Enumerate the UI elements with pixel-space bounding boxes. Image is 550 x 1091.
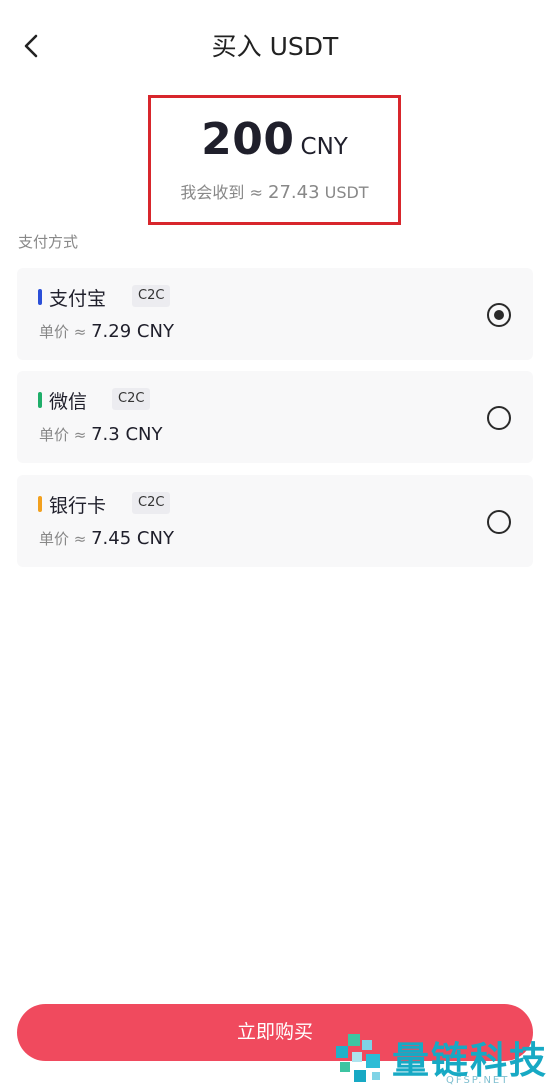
price-value: 7.3 CNY xyxy=(91,424,163,445)
receive-label: 我会收到 ≈ xyxy=(180,183,268,202)
payment-method-bank-card[interactable]: 银行卡 C2C 单价 ≈ 7.45 CNY xyxy=(17,475,533,567)
price-label: 单价 ≈ xyxy=(39,426,92,444)
header: 买入 USDT xyxy=(0,0,550,90)
watermark-subtext: QFSP.NET xyxy=(446,1075,510,1086)
method-tag: C2C xyxy=(112,388,151,410)
price-label: 单价 ≈ xyxy=(39,530,92,548)
method-color-bar xyxy=(38,392,42,408)
radio-unselected[interactable] xyxy=(487,510,511,534)
method-price: 单价 ≈ 7.45 CNY xyxy=(39,528,174,549)
price-value: 7.29 CNY xyxy=(91,321,174,342)
amount-currency: CNY xyxy=(300,134,348,160)
amount-value: 200 xyxy=(201,114,295,165)
radio-unselected[interactable] xyxy=(487,406,511,430)
receive-currency: USDT xyxy=(319,183,369,202)
page-title: 买入 USDT xyxy=(211,32,339,61)
method-tag: C2C xyxy=(132,285,171,307)
payment-section-label: 支付方式 xyxy=(18,233,79,251)
amount-summary: 200 CNY 我会收到 ≈ 27.43 USDT xyxy=(148,95,401,225)
method-name: 支付宝 xyxy=(49,288,107,310)
watermark-logo-icon xyxy=(336,1034,380,1082)
method-tag: C2C xyxy=(132,492,171,514)
payment-method-alipay[interactable]: 支付宝 C2C 单价 ≈ 7.29 CNY xyxy=(17,268,533,360)
receive-estimate: 我会收到 ≈ 27.43 USDT xyxy=(151,179,398,203)
method-color-bar xyxy=(38,496,42,512)
radio-selected[interactable] xyxy=(487,303,511,327)
method-price: 单价 ≈ 7.3 CNY xyxy=(39,424,163,445)
price-value: 7.45 CNY xyxy=(91,528,174,549)
method-name: 微信 xyxy=(49,391,88,413)
amount-row: 200 CNY xyxy=(151,114,398,165)
watermark: 量链科技 QFSP.NET xyxy=(330,1028,550,1090)
receive-value: 27.43 xyxy=(268,182,320,203)
method-color-bar xyxy=(38,289,42,305)
price-label: 单价 ≈ xyxy=(39,323,92,341)
method-name: 银行卡 xyxy=(49,495,107,517)
payment-method-wechat[interactable]: 微信 C2C 单价 ≈ 7.3 CNY xyxy=(17,371,533,463)
method-price: 单价 ≈ 7.29 CNY xyxy=(39,321,174,342)
